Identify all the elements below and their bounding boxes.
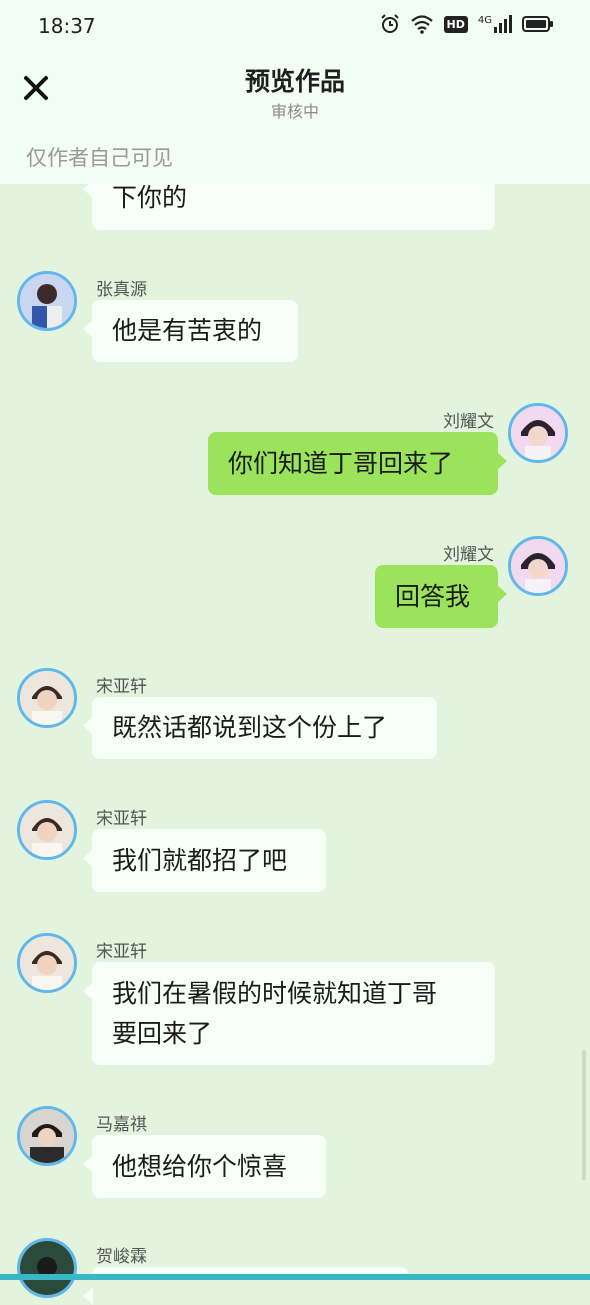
message-text: 他想给你个惊喜: [112, 1151, 288, 1181]
avatar[interactable]: [17, 668, 77, 728]
message-bubble[interactable]: 我们就都招了吧: [83, 829, 326, 892]
message-bubble[interactable]: 回答我: [375, 565, 507, 628]
message-text: 回答我: [395, 581, 471, 611]
scrollbar[interactable]: [582, 1050, 586, 1180]
status-icons: HD 4G: [380, 14, 554, 34]
header-bar: 18:37 HD 4G 预览作品 审核中 仅作者自己可见: [0, 0, 590, 184]
message-bubble[interactable]: 我们在暑假的时候就知道丁哥 要回来了: [83, 962, 495, 1065]
page-subtitle: 审核中: [270, 102, 319, 121]
avatar[interactable]: [508, 536, 568, 596]
chat-area[interactable]: 下你的 张真源 他是有苦衷的 刘耀文 你们知道丁哥回来了 刘耀文 回答我 宋亚轩…: [0, 0, 590, 1305]
page-title: 预览作品: [244, 67, 345, 96]
avatar[interactable]: [17, 933, 77, 993]
message-text: 我们就都招了吧: [112, 845, 288, 875]
avatar[interactable]: [508, 403, 568, 463]
avatar[interactable]: [17, 271, 77, 331]
status-time: 18:37: [38, 14, 96, 38]
sender-name: 刘耀文: [443, 412, 494, 432]
message-bubble[interactable]: 他想给你个惊喜: [83, 1135, 326, 1198]
alarm-icon: [380, 14, 399, 33]
network-label: 4G: [477, 15, 492, 26]
message-text: 我们在暑假的时候就知道丁哥 要回来了: [112, 978, 438, 1048]
sender-name: 宋亚轩: [96, 942, 147, 962]
sender-name: 刘耀文: [443, 545, 494, 565]
message-text: 他是有苦衷的: [112, 316, 263, 345]
bottom-bar: [0, 1274, 590, 1280]
sender-name: 马嘉祺: [96, 1115, 147, 1135]
message-text: 下你的: [112, 183, 188, 212]
sender-name: 宋亚轩: [96, 809, 147, 829]
message-bubble[interactable]: 你们知道丁哥回来了: [208, 432, 507, 495]
sender-name: 张真源: [96, 280, 147, 300]
sender-name: 宋亚轩: [96, 677, 147, 697]
sender-name: 贺峻霖: [96, 1247, 147, 1267]
message-bubble[interactable]: 既然话都说到这个份上了: [83, 697, 437, 759]
hd-icon: HD: [443, 15, 468, 33]
message-text: 你们知道丁哥回来了: [228, 448, 454, 478]
avatar[interactable]: [17, 1238, 77, 1298]
avatar[interactable]: [17, 1106, 77, 1166]
message-bubble[interactable]: 他是有苦衷的: [83, 300, 298, 362]
signal-icon: 4G: [478, 15, 512, 33]
avatar[interactable]: [17, 800, 77, 860]
battery-icon: [522, 16, 553, 32]
message-text: 既然话都说到这个份上了: [112, 713, 388, 742]
wifi-icon: [410, 15, 433, 34]
visibility-note: 仅作者自己可见: [26, 146, 173, 170]
